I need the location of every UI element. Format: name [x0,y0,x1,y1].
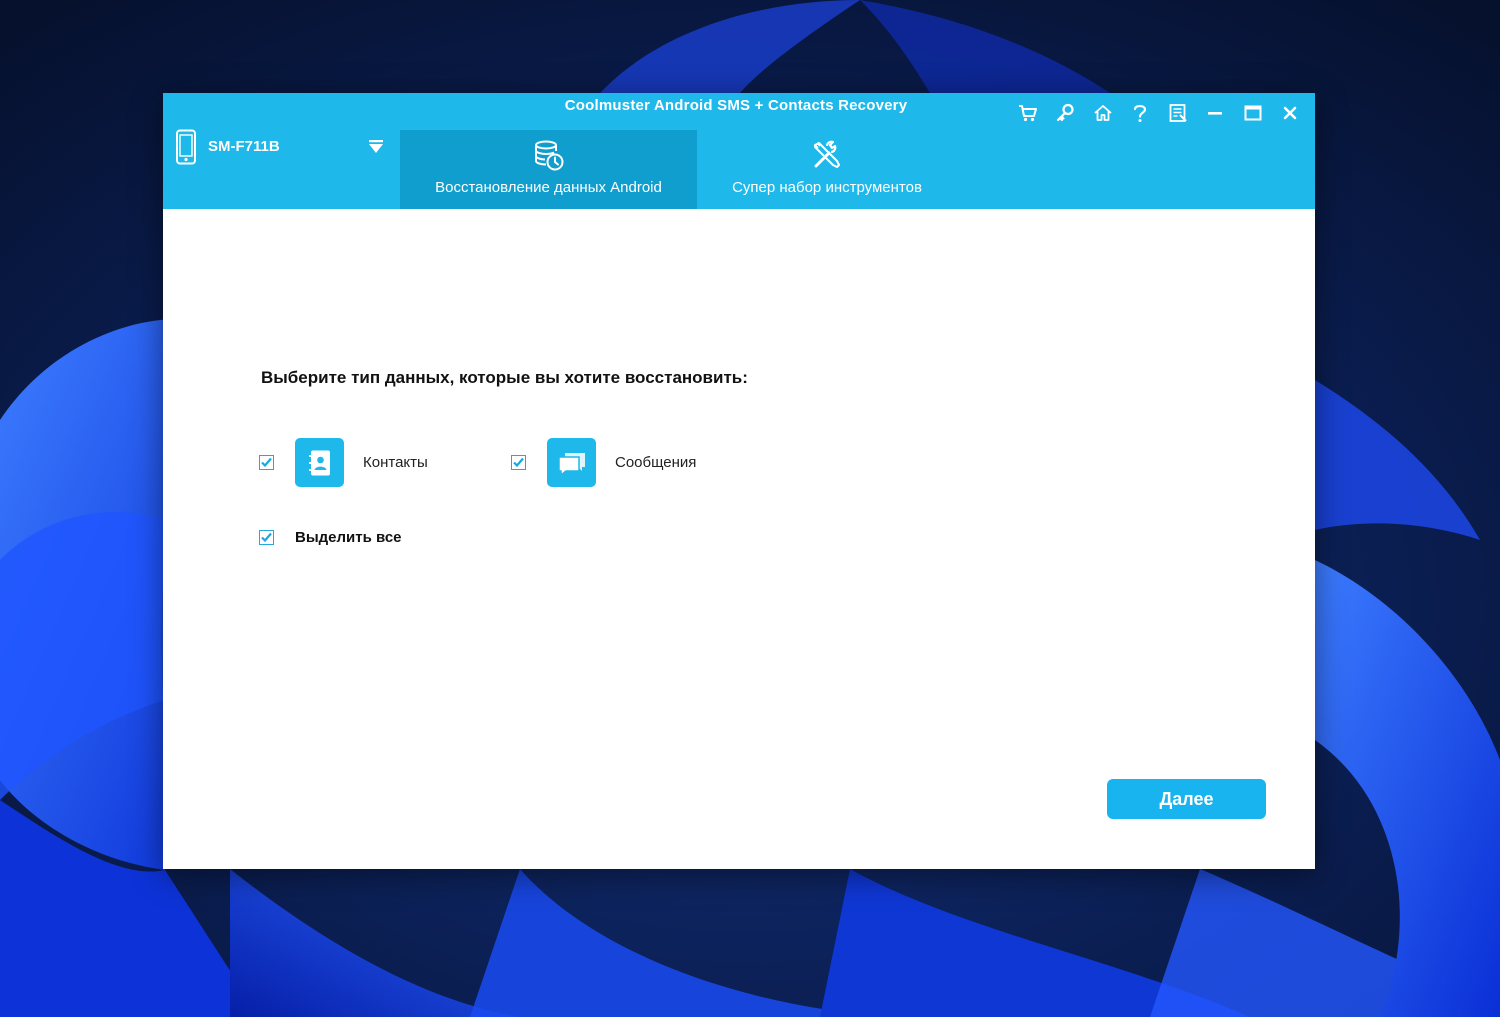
option-select-all[interactable]: Выделить все [259,529,402,546]
minimize-icon[interactable] [1197,101,1235,125]
contacts-book-icon [295,438,344,487]
select-all-label: Выделить все [295,529,402,546]
cart-icon[interactable] [1009,101,1047,125]
contacts-label: Контакты [363,454,428,471]
dropdown-arrow-icon [369,140,383,153]
close-icon[interactable] [1272,101,1310,125]
checkmark-icon [513,457,524,468]
chat-bubbles-icon [547,438,596,487]
contacts-checkbox[interactable] [259,455,274,470]
select-all-checkbox[interactable] [259,530,274,545]
feedback-icon[interactable] [1159,101,1197,125]
tab-super-toolkit[interactable]: Супер набор инструментов [697,130,957,209]
app-window: Coolmuster Android SMS + Contacts Recove… [163,93,1315,869]
option-contacts[interactable]: Контакты [259,438,428,487]
messages-label: Сообщения [615,454,697,471]
checkmark-icon [261,532,272,543]
maximize-icon[interactable] [1234,101,1272,125]
messages-checkbox[interactable] [511,455,526,470]
database-restore-icon [534,140,563,171]
device-name: SM-F711B [208,138,280,155]
window-controls [1009,101,1309,125]
tools-icon [814,140,840,168]
tab-android-recovery-label: Восстановление данных Android [435,179,662,196]
key-icon[interactable] [1047,101,1085,125]
tab-android-recovery[interactable]: Восстановление данных Android [400,130,697,209]
next-button[interactable]: Далее [1107,779,1266,819]
tab-super-toolkit-label: Супер набор инструментов [732,179,922,196]
help-icon[interactable] [1122,101,1160,125]
phone-icon [176,129,196,165]
home-icon[interactable] [1084,101,1122,125]
app-header: Coolmuster Android SMS + Contacts Recove… [163,93,1315,209]
device-selector[interactable]: SM-F711B [175,129,387,169]
checkmark-icon [261,457,272,468]
option-messages[interactable]: Сообщения [511,438,696,487]
data-type-prompt: Выберите тип данных, которые вы хотите в… [261,368,748,387]
